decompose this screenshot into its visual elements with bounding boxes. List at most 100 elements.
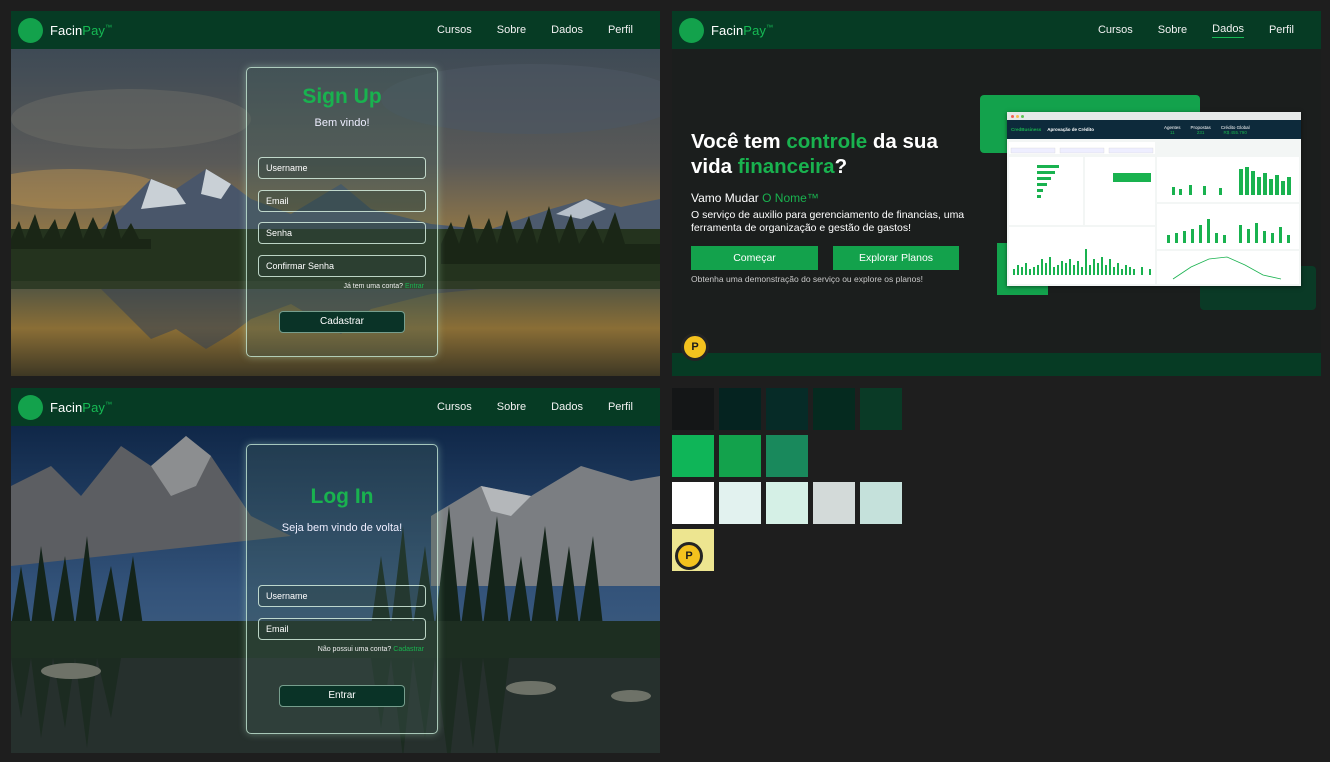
brand-tm: ™ xyxy=(766,24,774,32)
stat-value: 231 xyxy=(1196,129,1205,135)
signup-hint: Não possui uma conta? Cadastrar xyxy=(318,646,424,653)
navbar: FacinPay™ Cursos Sobre Dados Perfil xyxy=(672,11,1321,49)
dashboard-charts xyxy=(1009,142,1299,284)
login-title: Log In xyxy=(310,485,374,508)
dashboard-header: CredBusiness Aprovação de Crédito Agente… xyxy=(1007,120,1301,139)
nav-sobre[interactable]: Sobre xyxy=(497,24,526,36)
swatch xyxy=(719,482,761,524)
swatch xyxy=(813,388,855,430)
minimize-dot-icon xyxy=(1016,114,1019,118)
dashboard-title: Aprovação de Crédito xyxy=(1047,127,1095,132)
signup-link[interactable]: Cadastrar xyxy=(393,646,424,653)
swatch xyxy=(860,482,902,524)
hero-title-highlight: financeira xyxy=(737,155,835,178)
stat-value: 11 xyxy=(1169,129,1175,135)
hero-note: Obtenha uma demonstração do serviço ou e… xyxy=(691,274,923,284)
login-hint: Já tem uma conta? Entrar xyxy=(343,283,424,290)
confirm-password-field[interactable]: Confirmar Senha xyxy=(258,255,426,277)
dashboard-preview: CredBusiness Aprovação de Crédito Agente… xyxy=(1007,112,1301,286)
stat-value: R$ 455.790 xyxy=(1223,129,1247,135)
entrar-button[interactable]: Entrar xyxy=(279,685,405,707)
hero-sub-highlight: O Nome™ xyxy=(762,191,819,205)
logo-icon[interactable] xyxy=(679,17,704,43)
explorar-planos-button[interactable]: Explorar Planos xyxy=(833,246,959,270)
nav-dados[interactable]: Dados xyxy=(1212,23,1244,38)
brand-name[interactable]: FacinPay™ xyxy=(50,23,112,38)
hero-sub-text: Vamo Mudar xyxy=(691,191,763,205)
swatch xyxy=(672,388,714,430)
nav-perfil[interactable]: Perfil xyxy=(1269,24,1294,36)
login-subtitle: Seja bem vindo de volta! xyxy=(281,522,403,534)
email-field[interactable]: Email xyxy=(258,190,426,212)
nav-sobre[interactable]: Sobre xyxy=(497,401,526,413)
brand-name[interactable]: FacinPay™ xyxy=(50,400,112,415)
username-field[interactable]: Username xyxy=(258,585,426,607)
signup-title: Sign Up xyxy=(302,85,382,108)
login-frame: FacinPay™ Cursos Sobre Dados Perfil Log … xyxy=(11,388,660,753)
nav-dados[interactable]: Dados xyxy=(551,401,583,413)
user-badge-icon[interactable]: P xyxy=(675,542,703,570)
nav-perfil[interactable]: Perfil xyxy=(608,24,633,36)
brand-tm: ™ xyxy=(105,24,113,32)
swatch xyxy=(860,388,902,430)
hero-subtitle: Vamo Mudar O Nome™ xyxy=(691,191,819,205)
login-hint-text: Já tem uma conta? xyxy=(343,283,403,290)
stat-propostas: Propostas 231 xyxy=(1191,125,1211,135)
nav-dados[interactable]: Dados xyxy=(551,24,583,36)
hero-title-part: vida xyxy=(691,155,738,178)
brand-prefix: Facin xyxy=(711,22,744,38)
nav-menu: Cursos Sobre Dados Perfil xyxy=(412,11,633,49)
nav-menu: Cursos Sobre Dados Perfil xyxy=(1073,11,1294,49)
brand-prefix: Facin xyxy=(50,22,83,38)
nav-cursos[interactable]: Cursos xyxy=(437,24,472,36)
hero-description: O serviço de auxilio para gerenciamento … xyxy=(691,209,965,234)
swatch xyxy=(813,482,855,524)
username-field[interactable]: Username xyxy=(258,157,426,179)
nav-cursos[interactable]: Cursos xyxy=(437,401,472,413)
login-link[interactable]: Entrar xyxy=(405,283,424,290)
swatch xyxy=(672,435,714,477)
password-field[interactable]: Senha xyxy=(258,222,426,244)
close-dot-icon xyxy=(1011,114,1014,118)
nav-sobre[interactable]: Sobre xyxy=(1158,24,1187,36)
nav-menu: Cursos Sobre Dados Perfil xyxy=(412,388,633,426)
logo-icon[interactable] xyxy=(18,394,43,420)
swatch xyxy=(766,388,808,430)
hero-title-highlight: controle xyxy=(786,130,868,153)
cadastrar-button[interactable]: Cadastrar xyxy=(279,311,405,333)
swatch xyxy=(766,482,808,524)
brand-tm: ™ xyxy=(105,401,113,409)
logo-icon[interactable] xyxy=(18,17,43,43)
brand-highlight: Pay xyxy=(82,22,105,38)
navbar: FacinPay™ Cursos Sobre Dados Perfil xyxy=(11,11,660,49)
hero-title-part: ? xyxy=(834,155,848,178)
comecar-button[interactable]: Começar xyxy=(691,246,818,270)
footer-strip xyxy=(672,353,1321,376)
brand-prefix: Facin xyxy=(50,399,83,415)
hero-title: Você tem controle da sua vida financeira… xyxy=(691,129,938,179)
dashboard-brand: CredBusiness xyxy=(1011,127,1042,132)
stat-agentes: Agentes 11 xyxy=(1164,125,1181,135)
swatch xyxy=(672,482,714,524)
email-field[interactable]: Email xyxy=(258,618,426,640)
navbar: FacinPay™ Cursos Sobre Dados Perfil xyxy=(11,388,660,426)
brand-highlight: Pay xyxy=(82,399,105,415)
signup-subtitle: Bem vindo! xyxy=(314,117,370,129)
nav-cursos[interactable]: Cursos xyxy=(1098,24,1133,36)
maximize-dot-icon xyxy=(1021,114,1024,118)
hero-title-part: da sua xyxy=(867,130,938,153)
nav-perfil[interactable]: Perfil xyxy=(608,401,633,413)
user-badge-icon[interactable]: P xyxy=(681,333,709,361)
signup-card: Sign Up Bem vindo! Username Email Senha … xyxy=(246,67,438,357)
brand-name[interactable]: FacinPay™ xyxy=(711,23,773,38)
signup-hint-text: Não possui uma conta? xyxy=(317,646,392,653)
swatch xyxy=(766,435,808,477)
brand-highlight: Pay xyxy=(743,22,766,38)
stat-credito: Crédito Global R$ 455.790 xyxy=(1221,125,1250,135)
hero-title-part: Você tem xyxy=(691,130,787,153)
swatch xyxy=(719,435,761,477)
window-controls xyxy=(1007,112,1301,120)
signup-frame: FacinPay™ Cursos Sobre Dados Perfil Sign… xyxy=(11,11,660,376)
swatch xyxy=(719,388,761,430)
login-card: Log In Seja bem vindo de volta! Username… xyxy=(246,444,438,734)
